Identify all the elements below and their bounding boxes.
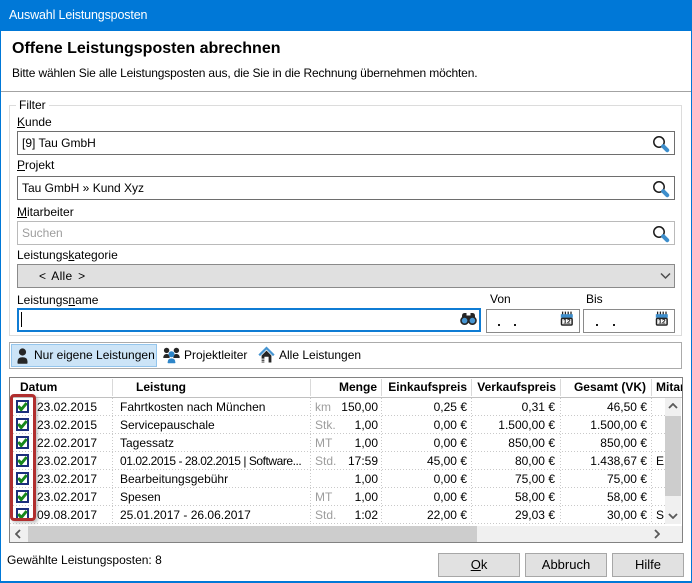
svg-text:12: 12: [658, 319, 666, 326]
svg-text:12: 12: [563, 319, 571, 326]
